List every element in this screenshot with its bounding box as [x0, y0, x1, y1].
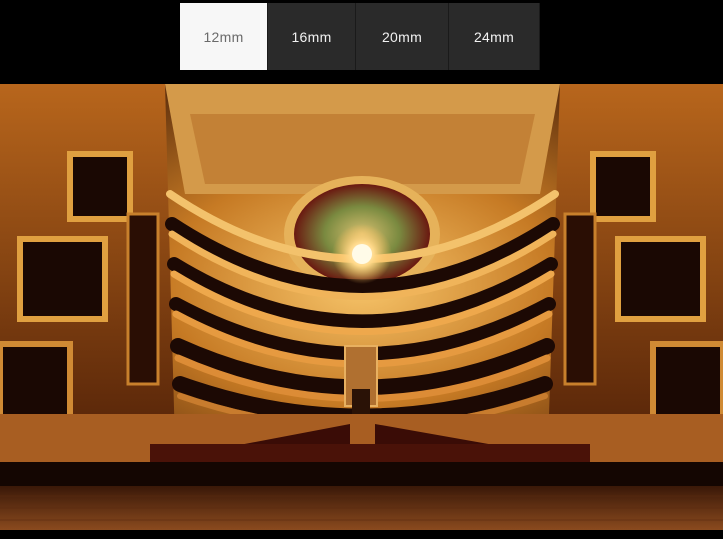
- tab-16mm-label: 16mm: [291, 28, 332, 45]
- tab-24mm[interactable]: 24mm: [449, 3, 540, 70]
- opera-house-illustration: [0, 84, 723, 530]
- tab-16mm[interactable]: 16mm: [268, 3, 356, 70]
- tab-24mm-label: 24mm: [473, 28, 515, 45]
- opera-house-photo: [0, 84, 723, 530]
- lens-toolbar: 12mm 16mm 20mm 24mm: [0, 0, 723, 84]
- tab-20mm-label: 20mm: [381, 28, 423, 45]
- tab-12mm-label: 12mm: [203, 28, 244, 45]
- focal-length-tabs: 12mm 16mm 20mm 24mm: [180, 3, 540, 70]
- tab-20mm[interactable]: 20mm: [356, 3, 449, 70]
- bottom-border: [0, 530, 723, 539]
- tab-12mm[interactable]: 12mm: [180, 3, 268, 70]
- orchestra-pit: [0, 462, 723, 486]
